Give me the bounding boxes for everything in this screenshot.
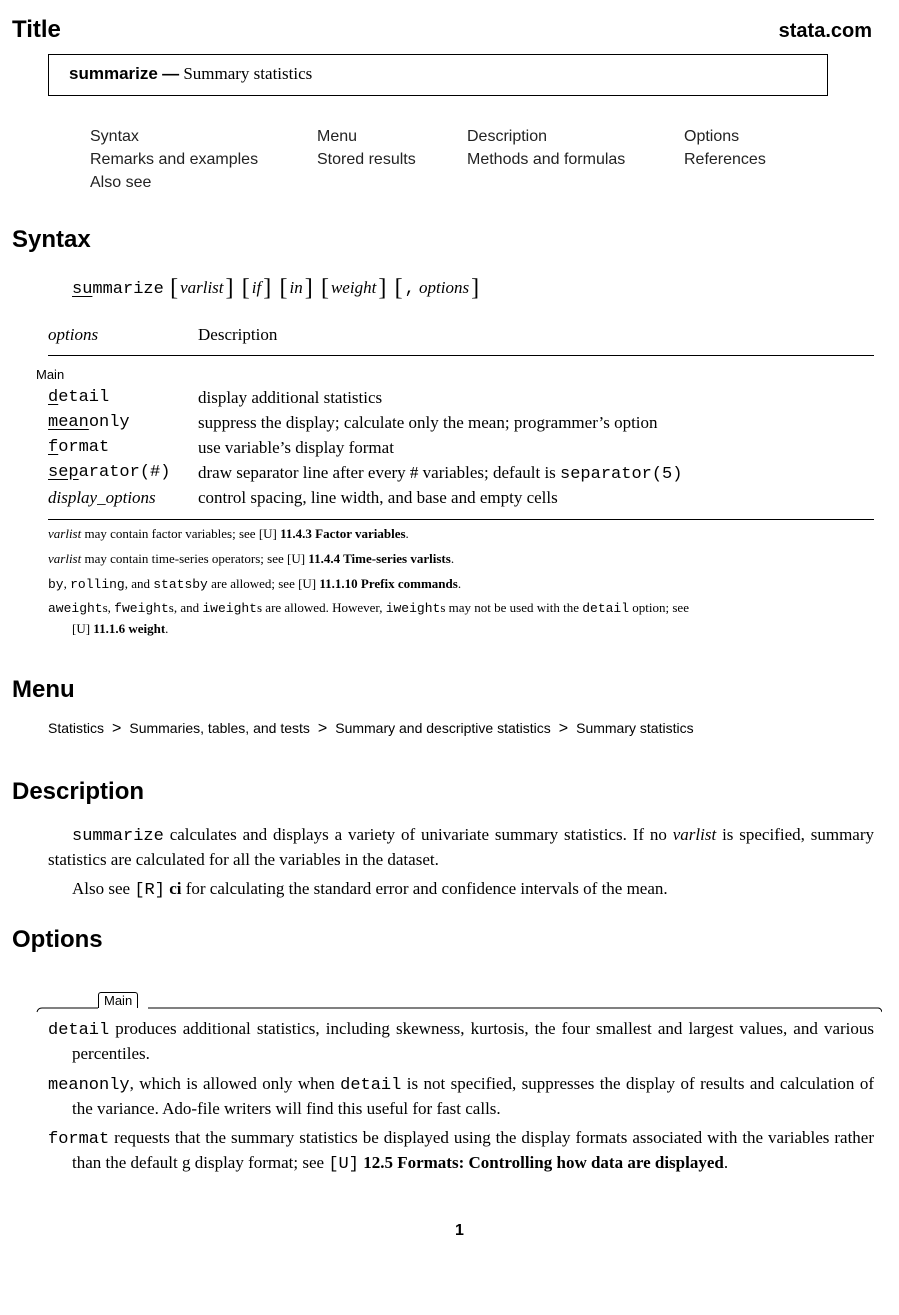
- option-format[interactable]: format: [48, 438, 109, 457]
- section-title: Title: [12, 16, 61, 43]
- command-abbrev: su: [72, 280, 93, 299]
- arg-in[interactable]: in: [289, 278, 302, 297]
- toc-link-syntax[interactable]: Syntax: [90, 128, 139, 146]
- title-dash: —: [162, 64, 180, 83]
- chevron-right-icon: >: [558, 720, 569, 737]
- option-meanonly-paragraph: meanonly, which is allowed only when det…: [48, 1074, 875, 1118]
- group-label-main: Main: [36, 367, 65, 382]
- command-description: Summary statistics: [183, 64, 313, 83]
- arg-weight[interactable]: weight: [331, 278, 376, 297]
- option-code: format: [48, 1130, 110, 1149]
- note-weights: aweights, fweights, and iweights are all…: [48, 600, 689, 636]
- option-description: use variable’s display format: [198, 438, 394, 457]
- chevron-right-icon: >: [112, 720, 122, 737]
- toc-link-menu[interactable]: Menu: [317, 128, 357, 146]
- option-detail[interactable]: detail: [48, 388, 109, 407]
- tab-main[interactable]: Main: [98, 992, 139, 1008]
- manual-ref[interactable]: [U]: [48, 621, 90, 636]
- menu-path-item[interactable]: Summary and descriptive statistics: [335, 720, 551, 736]
- title-box: summarize — Summary statistics: [48, 54, 828, 96]
- table-row: separator(#) draw separator line after e…: [48, 463, 874, 488]
- command-name: summarize: [69, 64, 158, 83]
- option-description: display additional statistics: [198, 388, 383, 407]
- command-rest: mmarize: [92, 280, 164, 299]
- note-prefix-commands: by, rolling, and statsby are allowed; se…: [48, 576, 462, 592]
- site-label[interactable]: stata.com: [779, 20, 872, 43]
- description-also-see: Also see [R] ci for calculating the stan…: [72, 879, 668, 900]
- table-row: format use variable’s display format: [48, 438, 874, 463]
- option-code: detail: [48, 1021, 110, 1040]
- page-number: 1: [455, 1222, 464, 1239]
- option-separator[interactable]: separator(#): [48, 463, 170, 482]
- description-paragraph: summarize calculates and displays a vari…: [48, 825, 875, 869]
- syntax-heading: Syntax: [12, 226, 91, 253]
- toc-link-description[interactable]: Description: [467, 128, 547, 146]
- menu-path: Statistics > Summaries, tables, and tests >…: [48, 720, 694, 738]
- manual-ref[interactable]: [U]: [287, 551, 305, 566]
- option-code: meanonly: [48, 1076, 130, 1095]
- menu-path-item[interactable]: Summaries, tables, and tests: [129, 720, 310, 736]
- toc-link-methods[interactable]: Methods and formulas: [467, 151, 625, 169]
- table-row: detail display additional statistics: [48, 388, 874, 413]
- ref-link[interactable]: 11.1.10 Prefix commands: [316, 576, 457, 591]
- option-description: suppress the display; calculate only the…: [198, 413, 658, 432]
- menu-path-item[interactable]: Statistics: [48, 720, 104, 736]
- ref-link[interactable]: 12.5 Formats: Controlling how data are d…: [359, 1153, 724, 1172]
- toc-link-also-see[interactable]: Also see: [90, 174, 151, 192]
- option-detail-paragraph: detail produces additional statistics, i…: [48, 1019, 874, 1063]
- ref-link[interactable]: 11.4.3 Factor variables: [277, 526, 405, 541]
- options-tab-rule: [36, 1007, 882, 1013]
- syntax-line: summarize [varlist] [if] [in] [weight] […: [72, 275, 480, 301]
- chevron-right-icon: >: [317, 720, 328, 737]
- manual-ref[interactable]: [R]: [134, 881, 165, 900]
- arg-varlist[interactable]: varlist: [180, 278, 223, 297]
- description-heading: Description: [12, 778, 145, 805]
- option-meanonly[interactable]: meanonly: [48, 413, 130, 432]
- options-heading: Options: [12, 926, 103, 953]
- option-description: control spacing, line width, and base an…: [198, 488, 558, 507]
- arg-options[interactable]: options: [419, 278, 469, 297]
- option-display-options[interactable]: display_options: [48, 488, 156, 508]
- toc-link-references[interactable]: References: [684, 151, 766, 169]
- option-description: draw separator line after every # variab…: [198, 463, 683, 484]
- table-bottom-rule: [48, 519, 874, 520]
- note-factor-variables: varlist may contain factor variables; se…: [48, 526, 409, 541]
- option-format-paragraph: format requests that the summary statist…: [48, 1128, 874, 1174]
- table-row: display_options control spacing, line wi…: [48, 488, 874, 513]
- header-description: Description: [198, 325, 278, 344]
- toc-link-options[interactable]: Options: [684, 128, 739, 146]
- manual-ref[interactable]: [U]: [298, 576, 316, 591]
- note-time-series: varlist may contain time-series operator…: [48, 551, 455, 566]
- ref-link[interactable]: 11.4.4 Time-series varlists: [305, 551, 451, 566]
- manual-ref[interactable]: [U]: [328, 1155, 359, 1174]
- menu-path-item[interactable]: Summary statistics: [576, 720, 693, 736]
- header-options: options: [48, 325, 99, 344]
- toc-link-remarks[interactable]: Remarks and examples: [90, 151, 258, 169]
- toc-link-stored-results[interactable]: Stored results: [317, 151, 416, 169]
- table-row: meanonly suppress the display; calculate…: [48, 413, 874, 438]
- manual-ref[interactable]: [U]: [259, 526, 277, 541]
- arg-if[interactable]: if: [252, 278, 261, 297]
- options-comma: ,: [404, 280, 415, 299]
- ref-link[interactable]: 11.1.6 weight: [90, 621, 165, 636]
- table-header-rule: [48, 355, 874, 356]
- ref-link-ci[interactable]: ci: [165, 879, 181, 898]
- menu-heading: Menu: [12, 676, 75, 703]
